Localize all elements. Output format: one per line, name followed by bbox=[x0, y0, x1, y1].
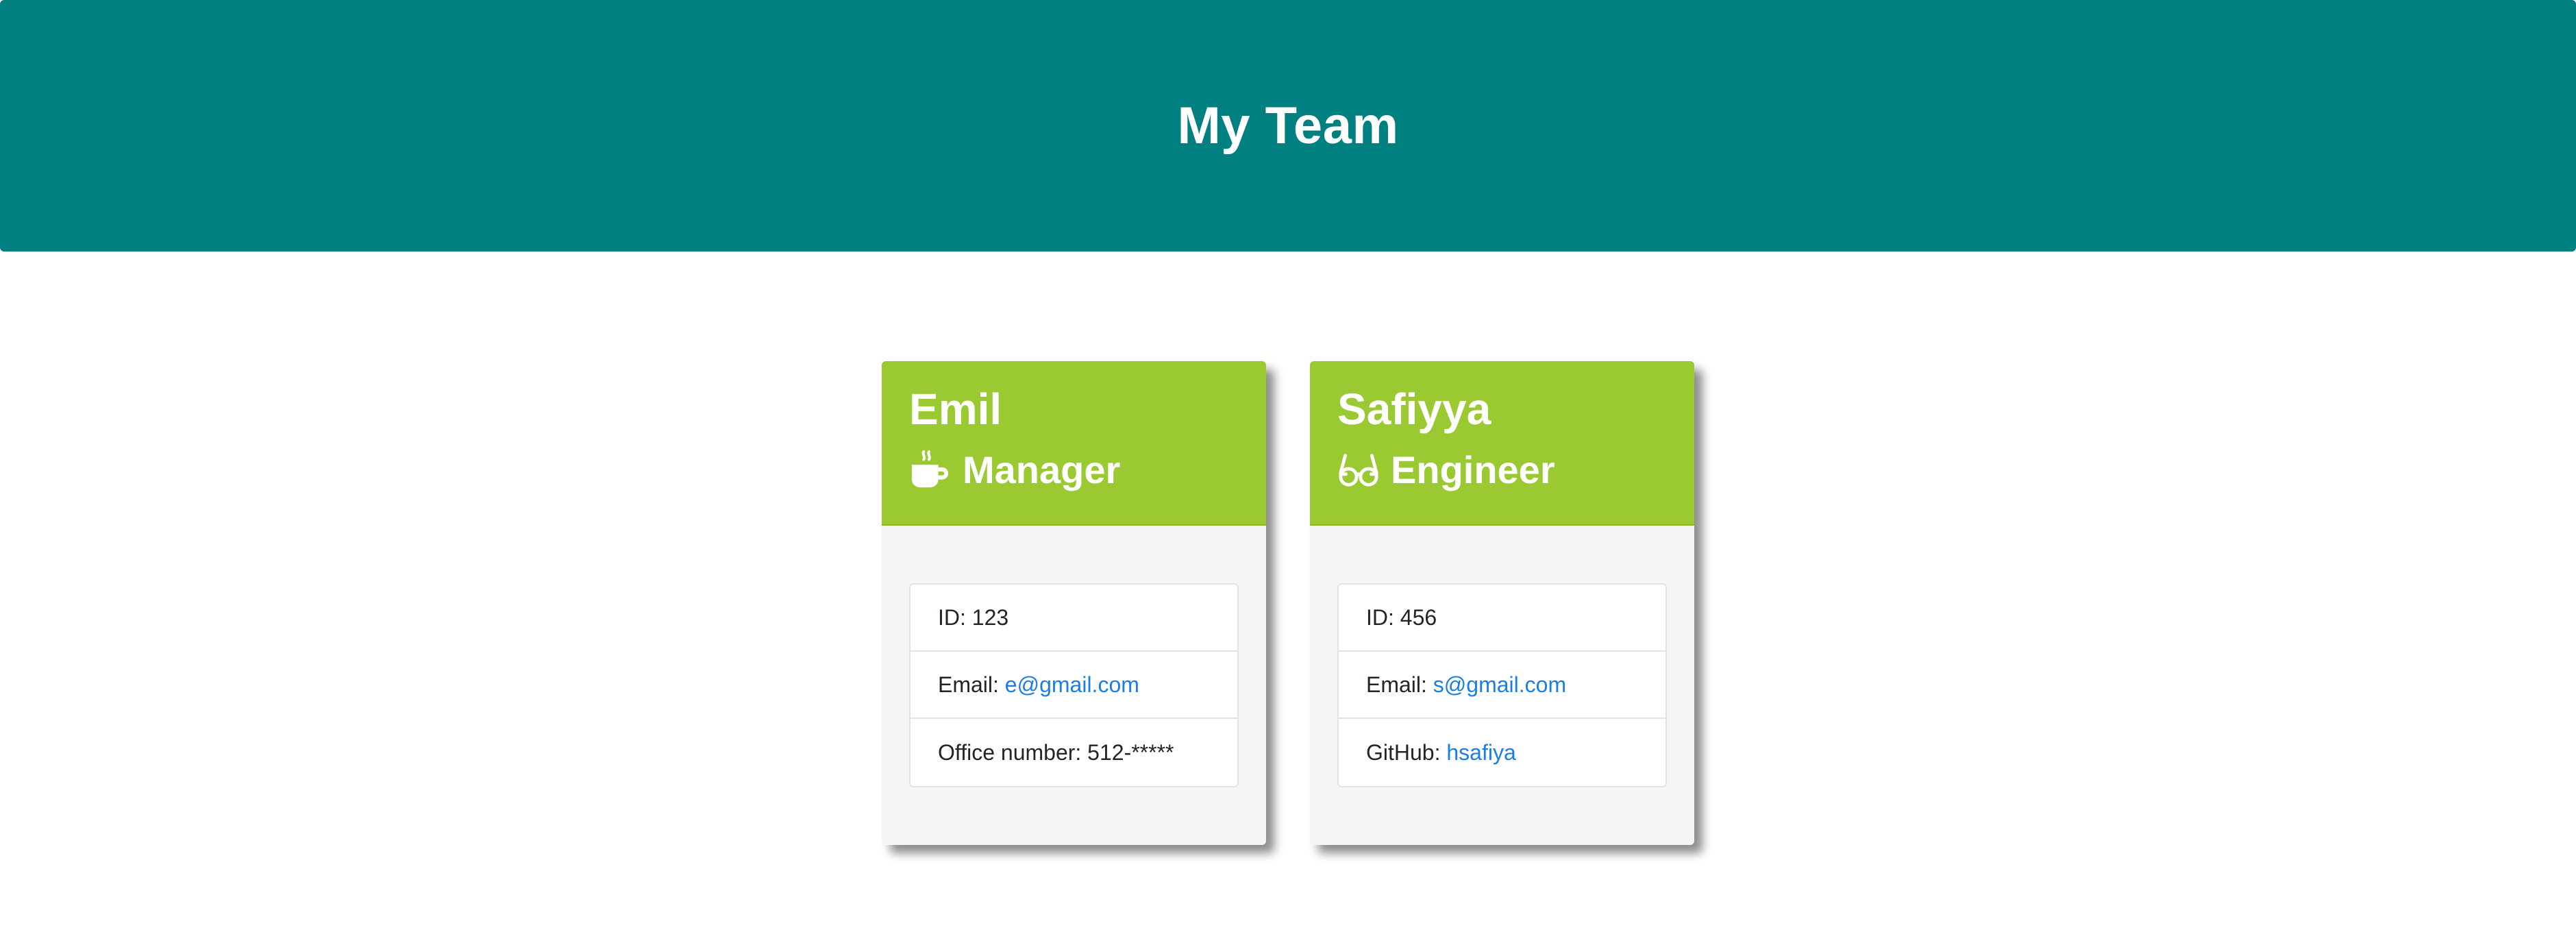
page-title: My Team bbox=[1177, 97, 1399, 155]
office-number-value: 512-***** bbox=[1087, 739, 1174, 765]
email-link[interactable]: s@gmail.com bbox=[1433, 672, 1566, 698]
glasses-icon bbox=[1337, 449, 1380, 491]
github-label: GitHub: bbox=[1366, 739, 1447, 765]
info-list: ID: 456 Email: s@gmail.com GitHub: hsafi… bbox=[1337, 583, 1667, 787]
employee-role: Engineer bbox=[1337, 446, 1667, 494]
card-header: Emil Manager bbox=[882, 361, 1266, 526]
employee-name: Emil bbox=[909, 384, 1002, 434]
info-list: ID: 123 Email: e@gmail.com Office number… bbox=[909, 583, 1239, 787]
email-item: Email: s@gmail.com bbox=[1339, 652, 1665, 719]
github-item: GitHub: hsafiya bbox=[1339, 719, 1665, 786]
id-value: 123 bbox=[971, 604, 1009, 630]
card-body: ID: 123 Email: e@gmail.com Office number… bbox=[882, 526, 1266, 787]
page-header: My Team bbox=[0, 0, 2576, 252]
id-item: ID: 123 bbox=[911, 585, 1237, 652]
mug-hot-icon bbox=[909, 449, 952, 491]
id-item: ID: 456 bbox=[1339, 585, 1665, 652]
office-number-label: Office number: bbox=[938, 739, 1088, 765]
email-label: Email: bbox=[1366, 672, 1433, 697]
email-label: Email: bbox=[938, 672, 1005, 697]
card-header: Safiyya Engineer bbox=[1310, 361, 1694, 526]
github-link[interactable]: hsafiya bbox=[1446, 740, 1515, 765]
email-item: Email: e@gmail.com bbox=[911, 652, 1237, 719]
employee-card-engineer: Safiyya Engineer ID: 456 Email: s@gmail.… bbox=[1310, 361, 1694, 845]
employee-role: Manager bbox=[909, 446, 1239, 494]
employee-role-label: Engineer bbox=[1391, 448, 1555, 491]
id-label: ID: bbox=[1366, 604, 1400, 630]
team-cards: Emil Manager ID: 123 Email: e@gmail.com … bbox=[0, 361, 2576, 845]
email-link[interactable]: e@gmail.com bbox=[1005, 672, 1139, 698]
employee-role-label: Manager bbox=[963, 448, 1121, 491]
card-body: ID: 456 Email: s@gmail.com GitHub: hsafi… bbox=[1310, 526, 1694, 787]
employee-card-manager: Emil Manager ID: 123 Email: e@gmail.com … bbox=[882, 361, 1266, 845]
office-number-item: Office number: 512-***** bbox=[911, 719, 1237, 786]
id-label: ID: bbox=[938, 604, 972, 630]
employee-name: Safiyya bbox=[1337, 384, 1491, 434]
id-value: 456 bbox=[1400, 604, 1437, 630]
